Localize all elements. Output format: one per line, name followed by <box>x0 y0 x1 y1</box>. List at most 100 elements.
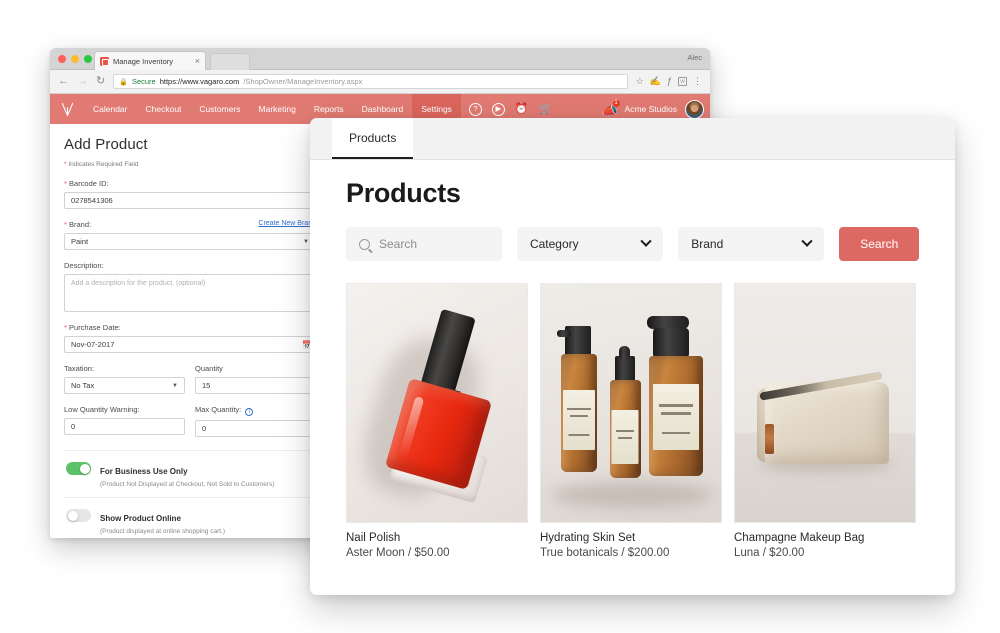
field-group-low-quantity: Low Quantity Warning: 0 <box>64 405 185 437</box>
field-group-quantity: Quantity 15 <box>195 364 316 394</box>
screenshot-stage: Manage Inventory × Alec ← → ↻ 🔒 Secure h… <box>0 0 1000 633</box>
products-filter-row: Search Category Brand Search <box>346 227 920 261</box>
browser-tab-inactive[interactable] <box>210 53 250 70</box>
back-icon[interactable]: ← <box>58 76 69 87</box>
shopping-cart-icon[interactable]: 🛒 <box>539 103 553 115</box>
product-card[interactable]: Hydrating Skin Set True botanicals / $20… <box>540 283 722 559</box>
window-traffic-lights[interactable] <box>58 55 92 63</box>
business-use-toggle[interactable] <box>66 462 91 475</box>
browser-tab-manage-inventory[interactable]: Manage Inventory × <box>94 51 206 70</box>
mist-label-text-line <box>570 415 588 417</box>
show-online-subtitle: (Product displayed at online shopping ca… <box>100 528 226 535</box>
products-grid: Nail Polish Aster Moon / $50.00 Hydratin… <box>346 283 919 559</box>
purchase-date-label: * Purchase Date: <box>64 323 318 332</box>
notifications-bell[interactable]: 📣 1 <box>602 98 621 117</box>
mist-nozzle <box>557 330 571 337</box>
brand-filter-select[interactable]: Brand <box>678 227 825 261</box>
product-image-nail-polish[interactable] <box>346 283 528 523</box>
bag-leather-pull <box>765 424 774 454</box>
business-use-title: For Business Use Only <box>100 467 188 476</box>
barcode-input[interactable]: 0278541306 <box>64 192 316 209</box>
product-image-skin-set[interactable] <box>540 283 722 523</box>
oil-label-text-line <box>616 430 634 432</box>
close-window-button[interactable] <box>58 55 66 63</box>
quantity-limits-row: Low Quantity Warning: 0 Max Quantity: i … <box>64 405 318 437</box>
required-star-icon: * <box>64 323 67 332</box>
brand-select[interactable]: Paint ▼ <box>64 233 316 250</box>
vagaro-logo-icon[interactable] <box>50 101 84 118</box>
minimize-window-button[interactable] <box>71 55 79 63</box>
purchase-date-label-text: Purchase Date: <box>69 323 121 332</box>
toggle-row-business-use[interactable]: For Business Use Only (Product Not Displ… <box>64 450 316 497</box>
cleanser-label-text-line <box>661 412 691 415</box>
chrome-menu-icon[interactable]: ⋮ <box>693 77 702 86</box>
play-video-icon[interactable]: ▶ <box>491 102 505 116</box>
barcode-label-text: Barcode ID: <box>69 179 109 188</box>
show-product-online-toggle[interactable] <box>66 509 91 522</box>
eyedropper-icon[interactable]: ✍ <box>650 77 661 86</box>
javascript-icon[interactable]: ƒ <box>667 77 672 86</box>
chevron-down-icon: ▼ <box>172 382 178 389</box>
products-tabbar: Products <box>310 118 955 160</box>
nav-item-marketing[interactable]: Marketing <box>250 94 305 124</box>
taxation-select-value: No Tax <box>71 381 95 390</box>
reload-icon[interactable]: ↻ <box>96 76 105 87</box>
max-quantity-input[interactable]: 0 <box>195 420 316 437</box>
taxation-label: Taxation: <box>64 364 95 373</box>
field-group-brand: * Brand: Create New Brand Paint ▼ <box>64 220 318 250</box>
avatar[interactable] <box>685 99 704 119</box>
nav-item-calendar[interactable]: Calendar <box>84 94 137 124</box>
quantity-input[interactable]: 15 <box>195 377 316 394</box>
help-icon[interactable]: ? <box>468 102 482 116</box>
show-online-text-block: Show Product Online (Product displayed a… <box>100 508 225 535</box>
maximize-window-button[interactable] <box>84 55 92 63</box>
oil-label-text-line <box>618 437 632 439</box>
field-group-taxation: Taxation: No Tax ▼ <box>64 364 185 394</box>
chrome-profile-name[interactable]: Alec <box>687 53 702 62</box>
cleanser-label-text-line <box>659 404 693 407</box>
create-new-brand-link[interactable]: Create New Brand <box>258 220 316 227</box>
forward-icon[interactable]: → <box>77 76 88 87</box>
taxation-quantity-row: Taxation: No Tax ▼ Quantity 15 <box>64 364 318 394</box>
toggle-row-show-online[interactable]: Show Product Online (Product displayed a… <box>64 497 316 538</box>
mist-label-text-line <box>567 408 591 410</box>
cleanser-pump-collar <box>653 328 689 358</box>
brand-select-value: Paint <box>71 237 89 246</box>
search-button[interactable]: Search <box>839 227 920 261</box>
info-icon[interactable]: i <box>245 408 254 416</box>
nav-item-checkout[interactable]: Checkout <box>137 94 191 124</box>
url-bar[interactable]: 🔒 Secure https://www.vagaro.com /ShopOwn… <box>113 74 628 89</box>
products-panel: Products Products Search Category Brand … <box>310 118 955 595</box>
required-note-text: Indicates Required Field <box>68 161 139 168</box>
extension-icon[interactable]: w <box>678 77 687 86</box>
shop-name-label[interactable]: Acme Studios <box>625 104 677 114</box>
notification-badge: 1 <box>611 98 621 108</box>
close-tab-icon[interactable]: × <box>195 56 200 66</box>
mist-label <box>563 390 595 450</box>
product-name: Hydrating Skin Set <box>540 532 636 544</box>
product-card[interactable]: Champagne Makeup Bag Luna / $20.00 <box>734 283 916 559</box>
taxation-select[interactable]: No Tax ▼ <box>64 377 185 394</box>
low-quantity-input[interactable]: 0 <box>64 418 185 435</box>
alarm-clock-icon[interactable]: ⏰ <box>515 103 529 115</box>
lock-icon: 🔒 <box>119 78 128 86</box>
tab-products[interactable]: Products <box>332 118 414 159</box>
browser-tab-title: Manage Inventory <box>113 56 174 66</box>
products-body: Products Search Category Brand Search Na… <box>310 160 955 559</box>
nav-item-customers[interactable]: Customers <box>190 94 249 124</box>
product-image-makeup-bag[interactable] <box>734 283 916 523</box>
field-group-barcode: * Barcode ID: 0278541306 <box>64 179 318 209</box>
chevron-down-icon <box>640 235 652 247</box>
field-group-max-quantity: Max Quantity: i 0 <box>195 405 316 437</box>
product-card[interactable]: Nail Polish Aster Moon / $50.00 <box>346 283 528 559</box>
purchase-date-input[interactable]: Nov-07-2017 <box>64 336 316 353</box>
product-name: Nail Polish <box>346 532 401 544</box>
quantity-label: Quantity <box>195 364 223 373</box>
category-filter-select[interactable]: Category <box>516 227 664 261</box>
bookmark-star-icon[interactable]: ☆ <box>636 77 644 86</box>
description-textarea[interactable]: Add a description for the product. (opti… <box>64 274 316 312</box>
max-quantity-label: Max Quantity: i <box>195 405 316 416</box>
required-star-icon: * <box>64 179 67 188</box>
search-input[interactable]: Search <box>346 227 502 261</box>
purchase-date-wrapper: Nov-07-2017 📅 <box>64 336 318 353</box>
